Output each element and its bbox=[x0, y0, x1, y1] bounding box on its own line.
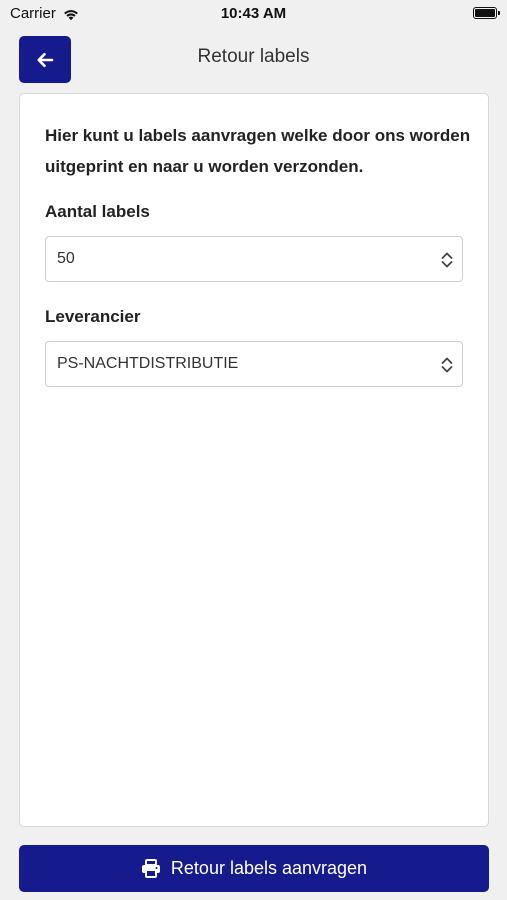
printer-icon bbox=[141, 859, 160, 878]
request-labels-label: Retour labels aanvragen bbox=[170, 858, 368, 878]
chevron-up-down-icon bbox=[441, 252, 453, 268]
label-aantal-labels: Aantal labels bbox=[45, 202, 150, 221]
leverancier-select[interactable]: PS-NACHTDISTRIBUTIE bbox=[45, 341, 463, 387]
battery-icon bbox=[473, 7, 500, 19]
leverancier-value: PS-NACHTDISTRIBUTIE bbox=[57, 355, 239, 372]
page-title: Retour labels bbox=[197, 46, 310, 67]
chevron-up-down-icon bbox=[441, 357, 453, 373]
clock: 10:43 AM bbox=[220, 5, 287, 22]
form-card: Hier kunt u labels aanvragen welke door … bbox=[19, 93, 489, 827]
request-labels-button[interactable]: Retour labels aanvragen bbox=[19, 845, 489, 892]
label-leverancier: Leverancier bbox=[45, 307, 141, 326]
intro-text: Hier kunt u labels aanvragen welke door … bbox=[45, 126, 471, 176]
status-bar: Carrier 10:43 AM bbox=[0, 0, 507, 28]
aantal-labels-select[interactable]: 50 bbox=[45, 236, 463, 282]
aantal-labels-value: 50 bbox=[57, 250, 75, 267]
